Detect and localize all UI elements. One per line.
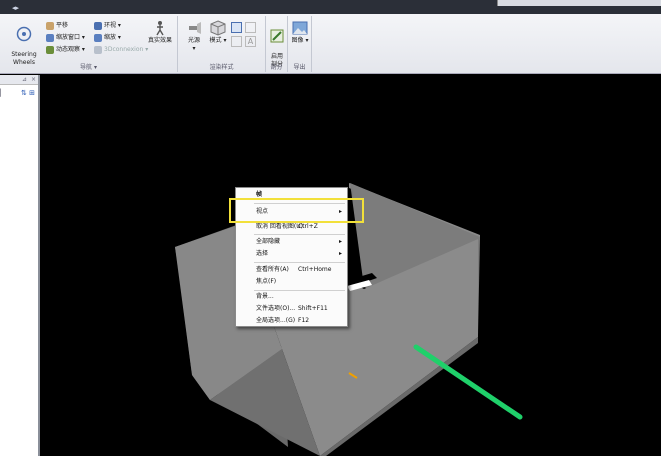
hidden-line-icon[interactable] <box>231 36 242 47</box>
menu-item-select-label: 选择 <box>256 250 268 257</box>
zoom-button[interactable]: 缩放 ▾ <box>94 33 121 43</box>
panel-scroll-icon[interactable]: ▏ <box>0 89 5 97</box>
menu-item-background-label: 背景... <box>256 293 274 300</box>
close-icon[interactable]: × <box>31 76 36 83</box>
menu-separator <box>254 262 345 263</box>
steering-wheels-button[interactable]: Steering Wheels <box>8 18 40 67</box>
selection-tree-panel: ⊿ × ⇅ ⊞ ▏ <box>0 75 40 456</box>
menu-item-view-all-label: 查看所有(A) <box>256 266 289 273</box>
menu-item-file-options[interactable]: 文件选项(O)...Shift+F11 <box>236 303 347 315</box>
sort-icon[interactable]: ⇅ ⊞ <box>21 89 35 97</box>
orbit-button[interactable]: 缩放窗口 ▾ <box>46 33 85 43</box>
menu-item-frame-label: 帧 <box>256 191 262 198</box>
realism-label: 真实效果 <box>148 37 172 44</box>
3d-viewport[interactable] <box>42 75 661 456</box>
sectioning-group-label: 剖分 <box>266 62 287 71</box>
full-render-icon[interactable] <box>231 22 242 33</box>
hand-icon <box>46 22 54 30</box>
search-box[interactable] <box>497 0 661 6</box>
title-bar: ◂▸ <box>0 0 661 14</box>
3dconnexion-icon <box>94 46 102 54</box>
render-style-group-label: 渲染样式 <box>178 62 265 71</box>
cube-icon <box>210 20 226 36</box>
menu-item-undo-view-label: 取消 回看视图(U) <box>256 223 303 230</box>
submenu-arrow-icon: ▸ <box>339 236 342 248</box>
menu-item-file-options-label: 文件选项(O)... <box>256 305 295 312</box>
menu-item-background[interactable]: 背景... <box>236 291 347 303</box>
dynamic-orbit-icon <box>46 46 54 54</box>
lighting-button[interactable]: 光源 ▾ <box>182 20 206 53</box>
menu-item-select[interactable]: 选择 ▸ <box>236 248 347 260</box>
dynamic-orbit-label: 动态观察 <box>56 46 80 53</box>
navigation-group-label: 导航 ▾ <box>0 62 177 71</box>
menu-item-global-options-shortcut: F12 <box>298 315 309 327</box>
zoom-icon <box>94 34 102 42</box>
text-display-icon[interactable]: A <box>245 36 256 47</box>
section-plane-icon <box>269 28 285 44</box>
menu-item-focus[interactable]: 焦点(F) <box>236 276 347 288</box>
menu-item-hide-all-label: 全部隐藏 <box>256 238 280 245</box>
flashlight-icon <box>186 20 202 36</box>
lighting-label: 光源 <box>188 37 200 44</box>
zoom-label: 缩放 <box>104 34 116 41</box>
3dconnexion-label: 3Dconnexion <box>104 46 143 53</box>
pan-button[interactable]: 平移 <box>46 21 68 31</box>
ribbon-group-sectioning: 启用 剖分 剖分 <box>266 16 288 72</box>
export-group-label: 导出 <box>288 62 311 71</box>
look-button[interactable]: 环视 ▾ <box>94 21 121 31</box>
menu-item-file-options-shortcut: Shift+F11 <box>298 303 328 315</box>
pan-label: 平移 <box>56 22 68 29</box>
look-label: 环视 <box>104 22 116 29</box>
steering-wheel-icon <box>16 26 32 42</box>
ribbon-group-navigation: Steering Wheels 平移 缩放窗口 ▾ 动态观察 ▾ 环视 ▾ 缩放… <box>0 16 178 72</box>
orbit-label: 缩放窗口 ▾ <box>56 34 85 41</box>
quick-access-icon[interactable]: ◂▸ <box>12 4 19 12</box>
mode-button[interactable]: 模式 ▾ <box>206 20 230 45</box>
lighting-dropdown-icon: ▾ <box>182 45 206 53</box>
realism-button[interactable]: 真实效果 <box>145 20 175 45</box>
shaded-icon[interactable] <box>245 22 256 33</box>
menu-item-global-options[interactable]: 全局选项...(G)F12 <box>236 315 347 327</box>
y-axis-marker <box>416 347 520 417</box>
scene-canvas[interactable] <box>42 75 661 456</box>
submenu-arrow-icon: ▸ <box>339 248 342 260</box>
3dconnexion-button[interactable]: 3Dconnexion ▾ <box>94 45 148 55</box>
menu-item-view-all-shortcut: Ctrl+Home <box>298 264 331 276</box>
navigation-label-text: 导航 <box>80 64 92 71</box>
dynamic-orbit-button[interactable]: 动态观察 ▾ <box>46 45 85 55</box>
menu-item-hide-all[interactable]: 全部隐藏 ▸ <box>236 236 347 248</box>
menu-item-view-all[interactable]: 查看所有(A) Ctrl+Home <box>236 264 347 276</box>
ribbon: Steering Wheels 平移 缩放窗口 ▾ 动态观察 ▾ 环视 ▾ 缩放… <box>0 14 661 74</box>
pin-icon[interactable]: ⊿ <box>22 76 27 83</box>
look-icon <box>94 22 102 30</box>
ribbon-group-render-style: 光源 ▾ 模式 ▾ A 渲染样式 <box>178 16 266 72</box>
viewpoint-highlight-box <box>229 198 364 223</box>
export-image-label: 图像 <box>292 37 304 44</box>
orbit-icon <box>46 34 54 42</box>
menu-item-focus-label: 焦点(F) <box>256 278 276 285</box>
panel-header: ⊿ × <box>0 75 38 85</box>
mode-label: 模式 <box>210 37 222 44</box>
export-image-button[interactable]: 图像 ▾ <box>290 20 310 45</box>
walker-icon <box>152 20 168 36</box>
menu-separator <box>254 234 345 235</box>
menu-item-global-options-label: 全局选项...(G) <box>256 317 295 324</box>
image-icon <box>292 20 308 36</box>
ribbon-group-export: 图像 ▾ 导出 <box>288 16 312 72</box>
